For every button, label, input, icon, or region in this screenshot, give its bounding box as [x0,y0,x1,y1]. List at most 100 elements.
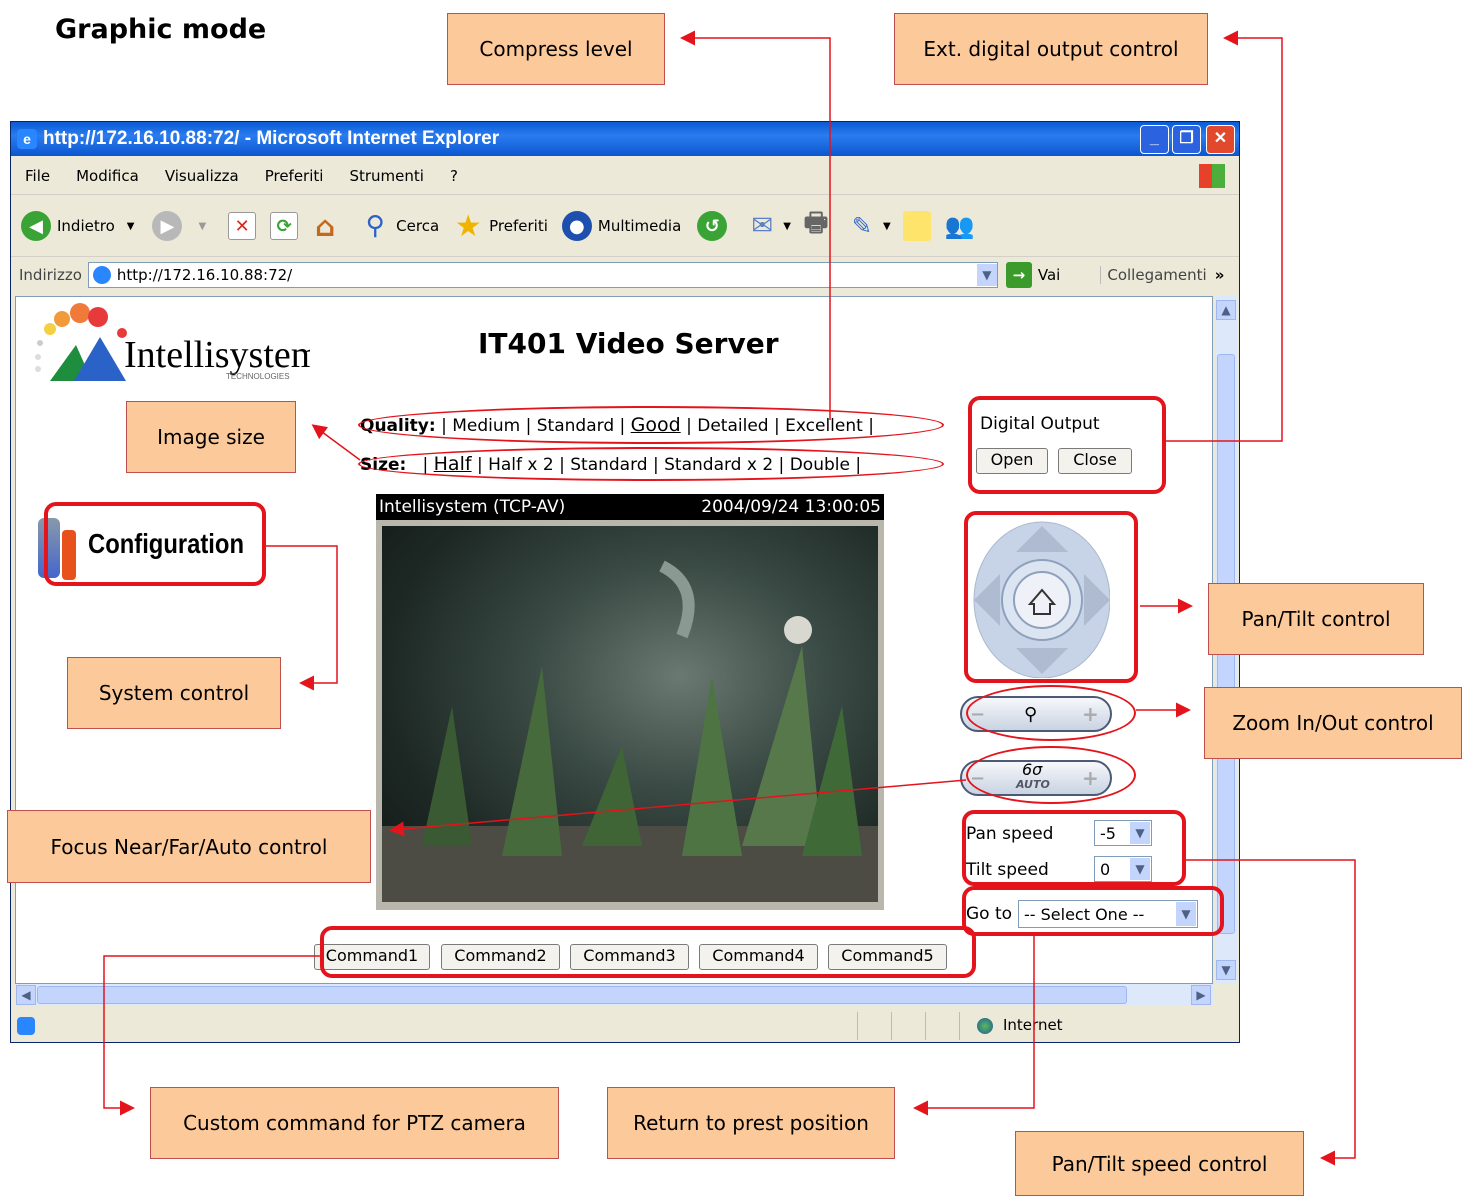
home-icon: ⌂ [315,209,336,243]
menu-help[interactable]: ? [450,167,458,185]
zoom-highlight [966,685,1136,741]
star-icon: ★ [454,208,482,244]
pan-tilt-highlight [964,511,1138,683]
stop-icon: ✕ [228,212,257,240]
size-highlight [358,447,944,481]
discuss-button[interactable] [902,211,937,241]
back-arrow-icon: ◀ [21,211,51,241]
minimize-button[interactable]: _ [1140,125,1169,154]
edit-button[interactable]: ✎ ▼ [847,211,891,241]
scroll-right-icon[interactable]: ▶ [1191,985,1211,1005]
favorites-label: Preferiti [489,217,548,235]
messenger-icon: 👥 [944,212,975,240]
edit-dropdown-icon[interactable]: ▼ [883,221,891,232]
address-input[interactable]: http://172.16.10.88:72/ ▼ [87,262,998,288]
scroll-down-icon[interactable]: ▼ [1216,960,1236,980]
video-timestamp: 2004/09/24 13:00:05 [701,497,881,517]
callout-image-size: Image size [126,401,296,473]
address-bar: Indirizzo http://172.16.10.88:72/ ▼ → Va… [11,258,1239,292]
menu-preferiti[interactable]: Preferiti [265,167,324,185]
go-arrow-icon: → [1005,262,1032,288]
status-divider [925,1012,926,1040]
media-icon: ● [561,211,592,241]
status-zone: Internet [1003,1016,1063,1034]
back-button[interactable]: ◀ Indietro ▼ [21,211,134,241]
favorites-button[interactable]: ★ Preferiti [453,208,548,244]
digital-output-highlight [968,396,1166,494]
goto-highlight [962,886,1224,936]
configuration-highlight [44,502,266,586]
callout-pan-tilt-control: Pan/Tilt control [1208,583,1424,655]
back-dropdown-icon[interactable]: ▼ [127,221,135,232]
toolbar: ◀ Indietro ▼ ▶ ▼ ✕ ⟳ ⌂ ⚲ Cerca ★ Preferi… [11,196,1239,257]
go-button[interactable]: → Vai [1005,262,1061,288]
mail-icon: ✉ [751,211,774,241]
server-title: IT401 Video Server [478,327,779,360]
mail-dropdown-icon[interactable]: ▼ [783,221,791,232]
menu-modifica[interactable]: Modifica [76,167,139,185]
video-header: Intellisystem (TCP-AV) 2004/09/24 13:00:… [376,494,884,520]
camera-image [382,526,878,902]
note-icon [902,211,931,241]
refresh-button[interactable]: ⟳ [270,212,304,240]
window-title: http://172.16.10.88:72/ - Microsoft Inte… [43,128,500,149]
links-more-icon[interactable]: » [1215,266,1225,284]
status-divider [857,1012,858,1040]
logo-subtext: TECHNOLOGIES [226,372,290,381]
menu-visualizza[interactable]: Visualizza [165,167,239,185]
go-label: Vai [1037,266,1061,284]
maximize-button[interactable]: ❐ [1172,125,1201,154]
edit-icon: ✎ [851,212,873,240]
close-window-button[interactable]: ✕ [1206,125,1235,154]
address-value: http://172.16.10.88:72/ [116,266,293,284]
document-title: Graphic mode [55,14,267,45]
search-icon: ⚲ [365,211,385,241]
back-label: Indietro [57,217,115,235]
horizontal-scroll-thumb[interactable] [37,986,1127,1004]
forward-arrow-icon: ▶ [152,211,183,241]
video-frame: Intellisystem (TCP-AV) 2004/09/24 13:00:… [376,494,884,910]
windows-flag-icon [1199,164,1225,188]
menu-bar: File Modifica Visualizza Preferiti Strum… [11,158,1239,195]
refresh-icon: ⟳ [270,212,299,240]
history-button[interactable]: ↺ [697,211,733,241]
address-label: Indirizzo [19,266,82,284]
messenger-button[interactable]: 👥 [945,211,981,241]
callout-focus-control: Focus Near/Far/Auto control [7,810,371,883]
stop-button[interactable]: ✕ [228,212,262,240]
focus-highlight [966,746,1136,804]
title-bar: e http://172.16.10.88:72/ - Microsoft In… [11,122,1239,156]
callout-ext-digital-output: Ext. digital output control [894,13,1208,85]
print-icon: 🖶 [803,208,829,238]
menu-strumenti[interactable]: Strumenti [349,167,423,185]
mail-button[interactable]: ✉ ▼ [747,211,791,241]
quality-highlight [358,406,944,444]
print-button[interactable]: 🖶 [801,208,837,241]
callout-pan-tilt-speed: Pan/Tilt speed control [1015,1131,1304,1196]
menu-file[interactable]: File [25,167,50,185]
status-divider [959,1012,960,1040]
ie-icon: e [17,129,37,149]
history-icon: ↺ [697,211,728,241]
forward-button[interactable]: ▶ ▼ [152,211,206,241]
scroll-left-icon[interactable]: ◀ [16,985,36,1005]
status-divider [891,1012,892,1040]
callout-custom-command: Custom command for PTZ camera [150,1087,559,1159]
forward-dropdown-icon[interactable]: ▼ [198,221,206,232]
media-label: Multimedia [597,217,682,235]
horizontal-scrollbar[interactable]: ◀ ▶ [15,984,1213,1006]
search-label: Cerca [396,217,440,235]
logo-text: Intellisystem [124,334,310,376]
status-bar: Internet [11,1010,1239,1042]
page-icon [92,266,111,284]
home-button[interactable]: ⌂ [310,209,346,243]
speed-highlight [962,810,1186,886]
media-button[interactable]: ● Multimedia [561,211,682,241]
search-button[interactable]: ⚲ Cerca [360,211,440,241]
callout-zoom-control: Zoom In/Out control [1204,687,1462,759]
links-label[interactable]: Collegamenti [1100,266,1207,284]
callout-compress-level: Compress level [447,13,665,85]
address-dropdown-icon[interactable]: ▼ [976,264,997,286]
callout-system-control: System control [67,657,281,729]
scroll-up-icon[interactable]: ▲ [1216,300,1236,320]
